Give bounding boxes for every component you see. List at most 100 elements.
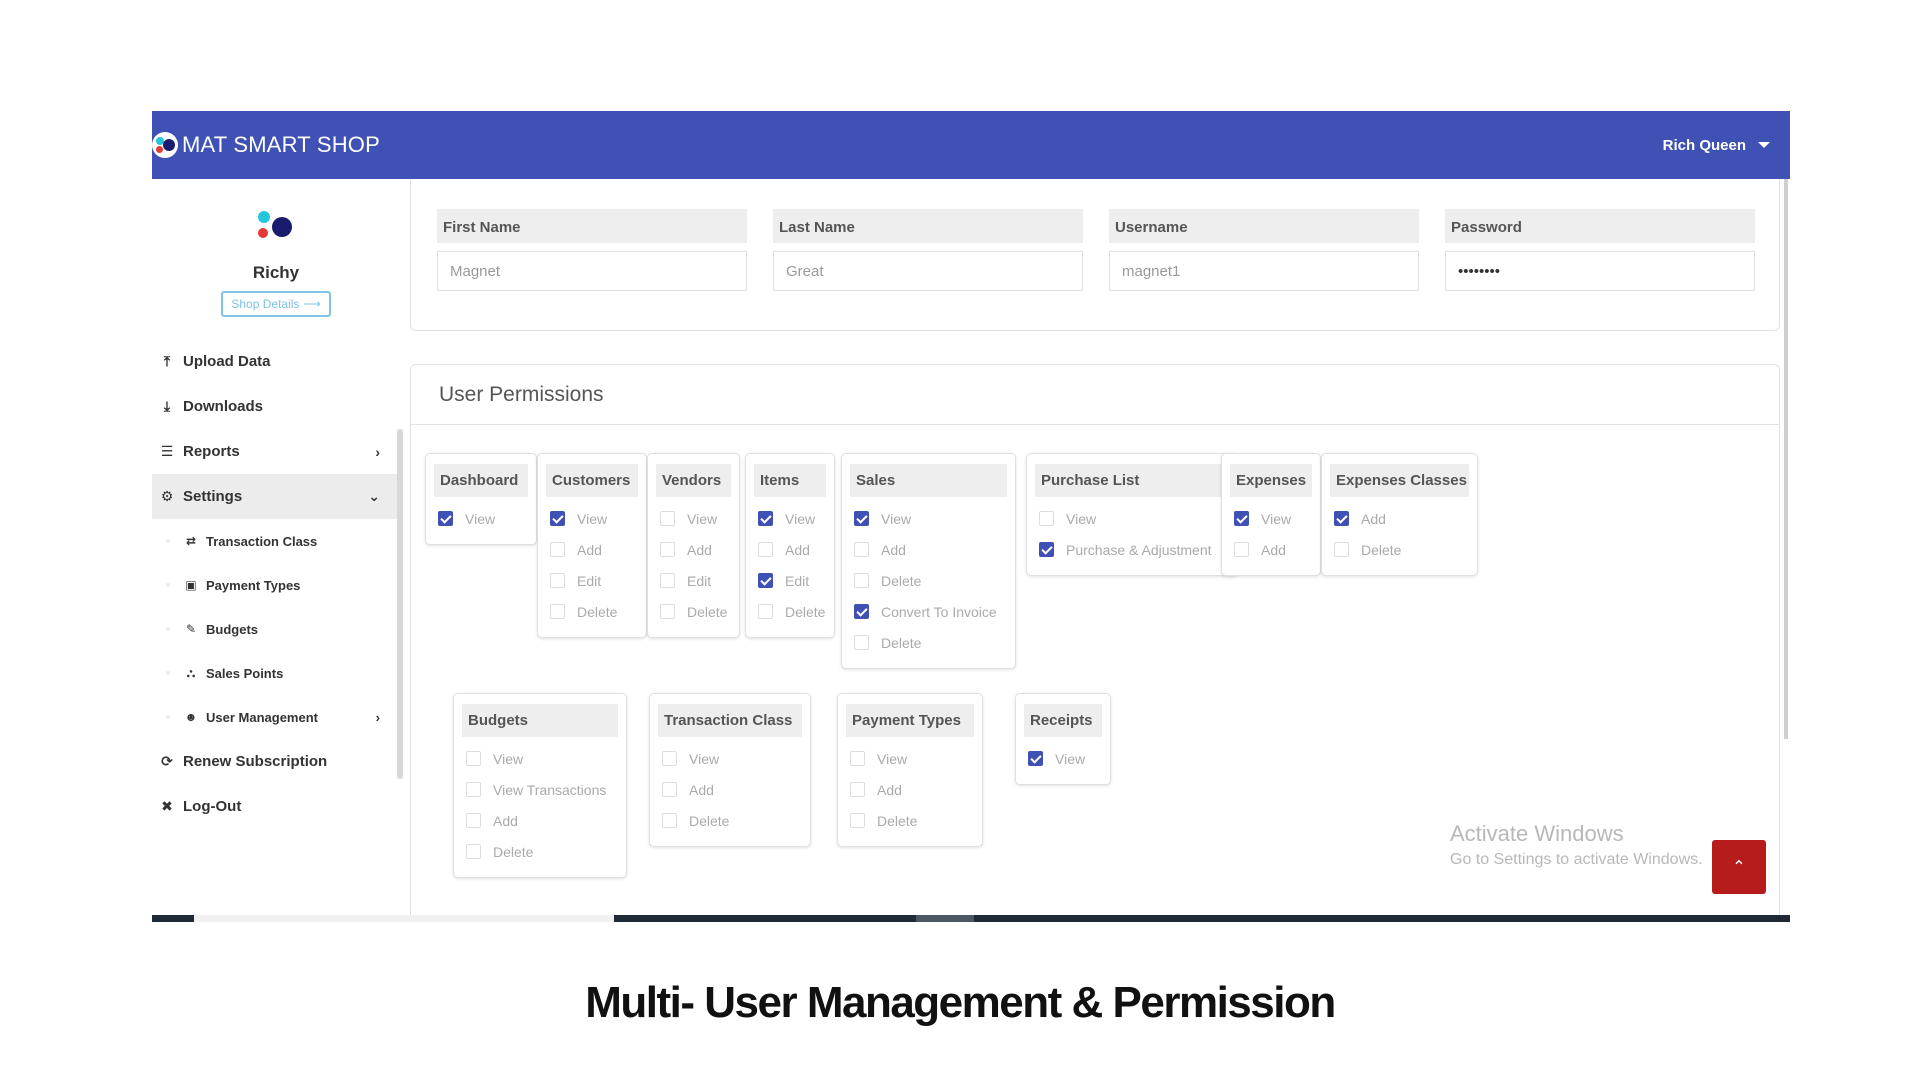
checkbox-unchecked[interactable] — [850, 782, 865, 797]
sidebar-item-renew-subscription[interactable]: ⟳ Renew Subscription — [152, 739, 400, 784]
permission-label: Add — [1261, 541, 1286, 558]
checkbox-unchecked[interactable] — [1234, 542, 1249, 557]
permission-option[interactable]: Add — [546, 534, 638, 565]
checkbox-unchecked[interactable] — [1334, 542, 1349, 557]
sidebar-item-user-management[interactable]: ☻ User Management › — [152, 695, 400, 739]
permission-option[interactable]: Delete — [658, 805, 802, 836]
permission-option[interactable]: Add — [846, 774, 974, 805]
checkbox-checked[interactable] — [1028, 751, 1043, 766]
permission-option[interactable]: Edit — [546, 565, 638, 596]
checkbox-unchecked[interactable] — [850, 813, 865, 828]
permission-option[interactable]: View — [656, 503, 731, 534]
checkbox-unchecked[interactable] — [758, 604, 773, 619]
permission-option[interactable]: Add — [656, 534, 731, 565]
permission-option[interactable]: View — [754, 503, 826, 534]
permission-option[interactable]: View — [658, 743, 802, 774]
checkbox-unchecked[interactable] — [758, 542, 773, 557]
checkbox-unchecked[interactable] — [660, 511, 675, 526]
checkbox-checked[interactable] — [758, 573, 773, 588]
sidebar-item-log-out[interactable]: ✖ Log-Out — [152, 784, 400, 829]
checkbox-checked[interactable] — [550, 511, 565, 526]
permission-label: View — [465, 510, 496, 527]
checkbox-checked[interactable] — [1039, 542, 1054, 557]
sidebar-scrollbar[interactable] — [397, 429, 403, 779]
sidebar-item-payment-types[interactable]: ▣ Payment Types — [152, 563, 400, 607]
permission-option[interactable]: Add — [850, 534, 1007, 565]
permission-option[interactable]: View — [1024, 743, 1102, 774]
sidebar-item-sales-points[interactable]: ⛬ Sales Points — [152, 651, 400, 695]
checkbox-unchecked[interactable] — [854, 635, 869, 650]
checkbox-checked[interactable] — [438, 511, 453, 526]
sidebar-item-label: Transaction Class — [206, 533, 318, 549]
checkbox-unchecked[interactable] — [662, 751, 677, 766]
permission-option[interactable]: View — [1230, 503, 1312, 534]
permission-option[interactable]: View — [462, 743, 618, 774]
checkbox-unchecked[interactable] — [550, 573, 565, 588]
permission-option[interactable]: View — [546, 503, 638, 534]
permission-option[interactable]: View — [1035, 503, 1230, 534]
permission-option[interactable]: View — [846, 743, 974, 774]
checkbox-unchecked[interactable] — [662, 813, 677, 828]
checkbox-checked[interactable] — [1334, 511, 1349, 526]
username-input[interactable] — [1109, 251, 1419, 291]
checkbox-unchecked[interactable] — [466, 844, 481, 859]
scrollbar-thumb[interactable] — [194, 915, 614, 922]
permission-option[interactable]: Add — [754, 534, 826, 565]
checkbox-unchecked[interactable] — [466, 813, 481, 828]
brand[interactable]: MAT SMART SHOP — [152, 132, 380, 158]
scrollbar-thumb-secondary[interactable] — [916, 915, 974, 922]
sidebar-item-transaction-class[interactable]: ⇄ Transaction Class — [152, 519, 400, 563]
user-menu[interactable]: Rich Queen — [1663, 137, 1770, 154]
last-name-input[interactable] — [773, 251, 1083, 291]
checkbox-unchecked[interactable] — [550, 604, 565, 619]
checkbox-checked[interactable] — [758, 511, 773, 526]
checkbox-unchecked[interactable] — [466, 782, 481, 797]
sidebar-item-label: Reports — [183, 443, 240, 460]
permission-option[interactable]: Delete — [850, 627, 1007, 658]
checkbox-checked[interactable] — [854, 511, 869, 526]
sidebar-item-budgets[interactable]: ✎ Budgets — [152, 607, 400, 651]
permission-option[interactable]: Delete — [462, 836, 618, 867]
permission-option[interactable]: Delete — [850, 565, 1007, 596]
first-name-input[interactable] — [437, 251, 747, 291]
checkbox-checked[interactable] — [854, 604, 869, 619]
checkbox-unchecked[interactable] — [466, 751, 481, 766]
sidebar-item-downloads[interactable]: ⤓ Downloads — [152, 384, 400, 429]
checkbox-unchecked[interactable] — [660, 573, 675, 588]
permission-group-title: Items — [754, 464, 826, 497]
scroll-to-top-button[interactable]: ⌃ — [1712, 840, 1766, 894]
permission-option[interactable]: View — [850, 503, 1007, 534]
checkbox-unchecked[interactable] — [550, 542, 565, 557]
permission-option[interactable]: Delete — [1330, 534, 1469, 565]
main-scrollbar[interactable] — [1784, 179, 1788, 739]
sidebar-item-reports[interactable]: ☰ Reports › — [152, 429, 400, 474]
permission-option[interactable]: Purchase & Adjustment — [1035, 534, 1230, 565]
permission-option[interactable]: Edit — [656, 565, 731, 596]
shop-details-button[interactable]: Shop Details ⟶ — [221, 291, 331, 317]
sidebar-item-settings[interactable]: ⚙ Settings ⌄ — [152, 474, 400, 519]
permission-option[interactable]: Add — [1330, 503, 1469, 534]
permission-option[interactable]: View Transactions — [462, 774, 618, 805]
permission-option[interactable]: Delete — [754, 596, 826, 627]
permission-option[interactable]: Delete — [846, 805, 974, 836]
checkbox-unchecked[interactable] — [660, 604, 675, 619]
permission-option[interactable]: Add — [658, 774, 802, 805]
checkbox-checked[interactable] — [1234, 511, 1249, 526]
permission-option[interactable]: Delete — [546, 596, 638, 627]
permission-option[interactable]: Add — [462, 805, 618, 836]
checkbox-unchecked[interactable] — [662, 782, 677, 797]
horizontal-scrollbar[interactable] — [152, 915, 1790, 922]
checkbox-unchecked[interactable] — [660, 542, 675, 557]
permission-option[interactable]: Edit — [754, 565, 826, 596]
checkbox-unchecked[interactable] — [850, 751, 865, 766]
sidebar-item-upload-data[interactable]: ⤒ Upload Data — [152, 339, 400, 384]
permission-option[interactable]: Delete — [656, 596, 731, 627]
checkbox-unchecked[interactable] — [854, 542, 869, 557]
checkbox-unchecked[interactable] — [854, 573, 869, 588]
permission-option[interactable]: Convert To Invoice — [850, 596, 1007, 627]
chevron-right-icon: › — [375, 709, 380, 725]
checkbox-unchecked[interactable] — [1039, 511, 1054, 526]
password-input[interactable] — [1445, 251, 1755, 291]
permission-option[interactable]: View — [434, 503, 528, 534]
permission-option[interactable]: Add — [1230, 534, 1312, 565]
